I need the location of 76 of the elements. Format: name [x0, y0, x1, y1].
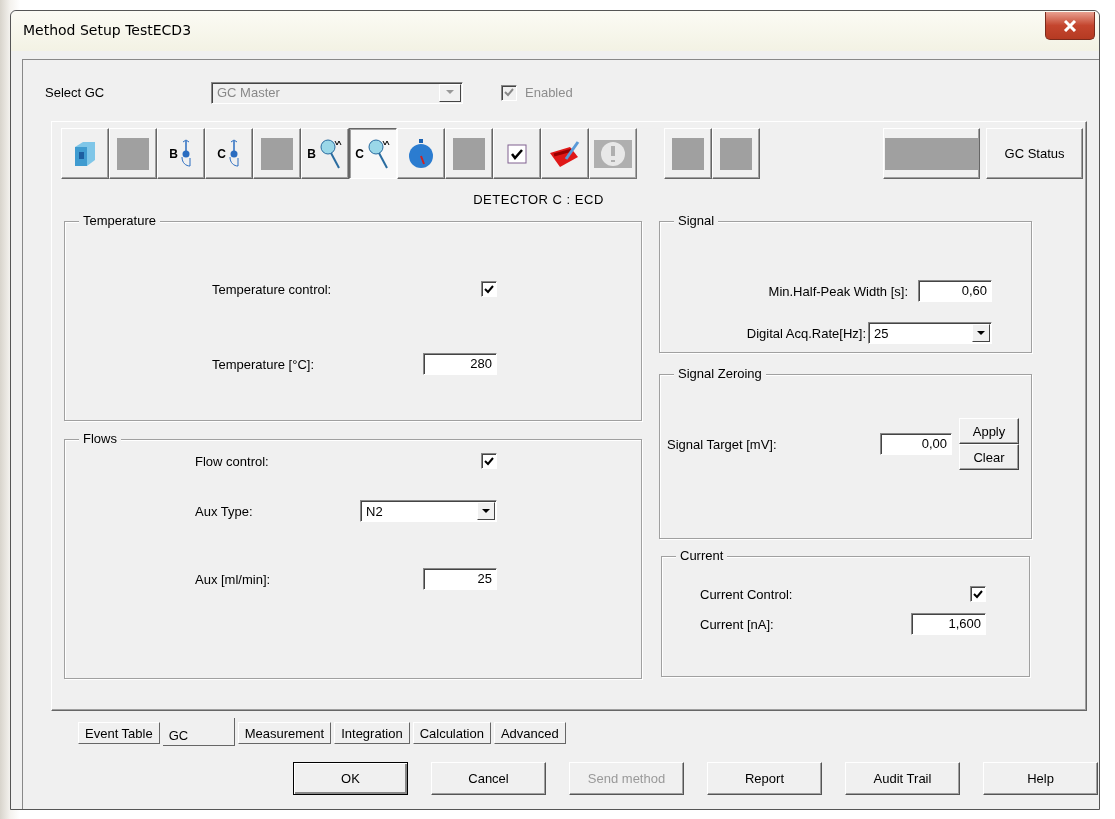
close-button[interactable]	[1045, 12, 1095, 40]
toolbar-button[interactable]: C	[205, 128, 253, 179]
toolbar-button[interactable]: C	[349, 128, 397, 179]
window-title: Method Setup TestECD3	[23, 22, 192, 38]
gc-status-button[interactable]: GC Status	[986, 128, 1083, 179]
aux-type-dropdown[interactable]: N2	[360, 500, 497, 522]
group-title: Flows	[79, 431, 121, 446]
select-gc-label: Select GC	[45, 85, 106, 100]
field-label: Temperature control:	[212, 281, 333, 297]
toolbar-button[interactable]	[493, 128, 541, 179]
group-title: Temperature	[79, 213, 160, 228]
toolbar-button[interactable]	[445, 128, 493, 179]
stopwatch-icon	[408, 137, 434, 170]
blank-tool-icon	[261, 137, 293, 170]
toolbar-button[interactable]	[397, 128, 445, 179]
dialog-button[interactable]: Report	[707, 762, 822, 795]
checkbox[interactable]	[970, 586, 986, 602]
input-field[interactable]: 25	[423, 568, 497, 590]
checkbox-icon	[507, 143, 527, 164]
tab[interactable]: Integration	[334, 722, 410, 744]
acq-rate-dropdown[interactable]: 25	[868, 322, 992, 344]
check-icon	[484, 284, 494, 294]
tab[interactable]: Advanced	[493, 722, 566, 744]
blank-tool-icon	[884, 137, 979, 170]
zeroing-button[interactable]: Clear	[959, 444, 1019, 470]
toolbar-button[interactable]	[712, 128, 760, 179]
field-label: Current [nA]:	[700, 616, 775, 632]
blank-tool-icon	[672, 137, 704, 170]
field-label: Temperature [°C]:	[212, 356, 315, 372]
toolbar-button[interactable]: B	[157, 128, 205, 179]
toolbar-button[interactable]	[61, 128, 109, 179]
valve-icon	[226, 138, 241, 169]
tab[interactable]: GC	[162, 718, 235, 746]
input-field[interactable]: 0,00	[880, 433, 952, 455]
tab[interactable]: Calculation	[412, 722, 491, 744]
group-title: Current	[676, 548, 728, 563]
checkbox[interactable]	[481, 281, 497, 297]
dropdown-arrow-icon	[446, 90, 454, 95]
field-label: Min.Half-Peak Width [s]:	[768, 283, 908, 299]
group-title: Signal	[674, 213, 719, 228]
dropdown-arrow-icon	[977, 330, 985, 336]
enabled-label: Enabled	[525, 85, 573, 100]
input-field[interactable]: 1,600	[911, 613, 986, 635]
toolbar-button[interactable]	[253, 128, 301, 179]
dialog-button[interactable]: Audit Trail	[845, 762, 960, 795]
blank-tool-icon	[453, 137, 485, 170]
field-label: Signal Target [mV]:	[667, 436, 778, 452]
field-label: Aux [ml/min]:	[195, 571, 272, 587]
valve-icon	[178, 138, 193, 169]
detector-title: DETECTOR C : ECD	[473, 192, 604, 209]
checkbox[interactable]	[481, 453, 497, 469]
dropdown-arrow-icon	[482, 508, 490, 514]
blank-tool-icon	[720, 137, 752, 170]
check-icon	[484, 456, 494, 466]
tab[interactable]: Measurement	[237, 722, 332, 744]
toolbar-button[interactable]	[109, 128, 157, 179]
input-field[interactable]: 0,60	[918, 280, 992, 302]
input-field[interactable]: 280	[423, 353, 497, 375]
check-icon	[504, 88, 514, 97]
toolbar-button[interactable]	[664, 128, 712, 179]
toolbar-button[interactable]: B	[301, 128, 349, 179]
group-title: Signal Zeroing	[674, 366, 766, 381]
toolbar-button[interactable]	[541, 128, 589, 179]
field-label: Digital Acq.Rate[Hz]:	[746, 325, 866, 341]
tab[interactable]: Event Table	[78, 722, 160, 744]
field-label: Flow control:	[195, 453, 270, 469]
dialog-button[interactable]: Help	[983, 762, 1098, 795]
toolbar-button[interactable]	[883, 128, 980, 179]
close-icon	[1063, 19, 1077, 32]
zeroing-button[interactable]: Apply	[959, 418, 1019, 444]
dialog-button[interactable]: OK	[293, 762, 408, 795]
field-label: Current Control:	[700, 586, 794, 602]
dialog-button[interactable]: Cancel	[431, 762, 546, 795]
check-icon	[973, 589, 983, 599]
blank-tool-icon	[117, 137, 149, 170]
field-label: Aux Type:	[195, 503, 254, 519]
